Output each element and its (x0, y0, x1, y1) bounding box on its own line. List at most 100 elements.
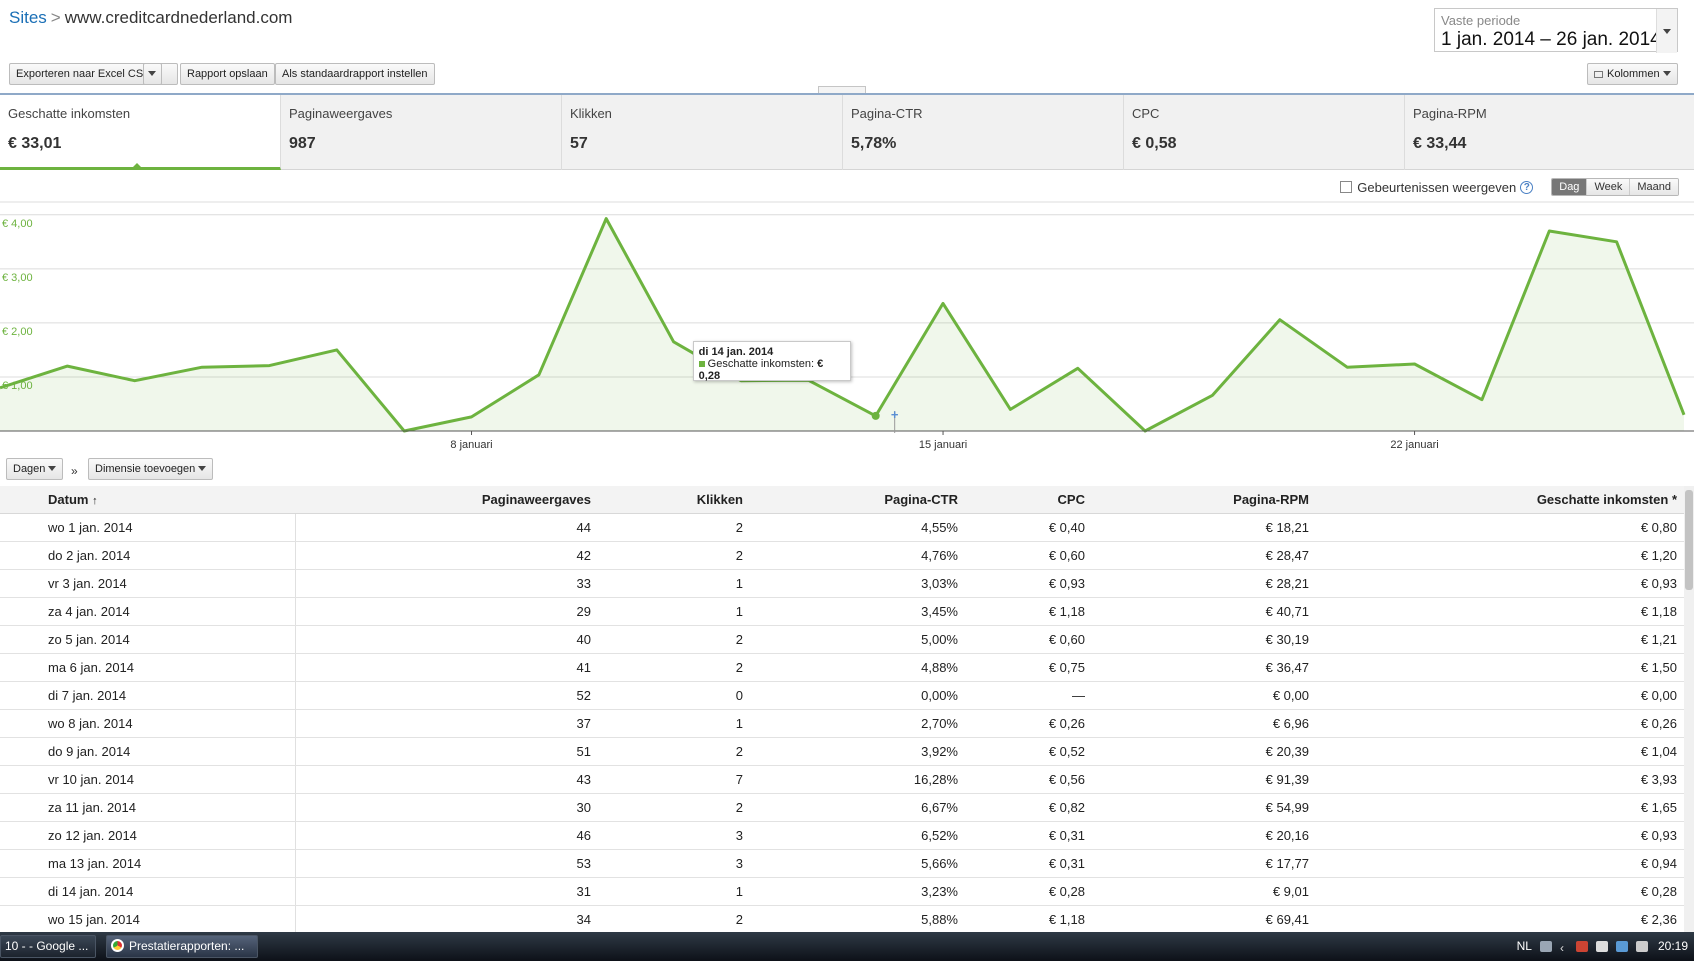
col-header-cpc[interactable]: CPC (1058, 486, 1085, 514)
cell-clicks: 1 (735, 576, 743, 591)
col-header-date[interactable]: Datum ↑ (48, 486, 98, 514)
metric-tab-page-rpm[interactable]: Pagina-RPM € 33,44 (1405, 95, 1694, 170)
tooltip-series: Geschatte inkomsten: (707, 357, 815, 370)
cell-cpc: € 0,75 (1048, 660, 1085, 675)
cell-page-views: 46 (576, 828, 591, 843)
export-menu-button[interactable] (143, 63, 162, 85)
cell-date: zo 12 jan. 2014 (48, 828, 137, 843)
cell-date: wo 8 jan. 2014 (48, 716, 133, 731)
help-icon[interactable]: ? (1520, 180, 1534, 194)
cell-page-ctr: 6,52% (921, 828, 958, 843)
table-row[interactable]: za 4 jan. 2014 29 1 3,45% € 1,18 € 40,71 € 1,1… (0, 598, 1694, 626)
cell-page-rpm: € 20,39 (1265, 744, 1309, 759)
metric-tab-page-ctr[interactable]: Pagina-CTR 5,78% (843, 95, 1124, 170)
flag-icon[interactable] (1595, 940, 1608, 952)
date-range-picker[interactable]: Vaste periode 1 jan. 2014 – 26 jan. 2014 (1434, 8, 1678, 53)
cell-estimated-earnings: € 0,28 (1640, 884, 1677, 899)
clock[interactable]: 20:19 (1658, 939, 1688, 953)
sort-ascending-icon: ↑ (92, 495, 98, 507)
col-header-clicks[interactable]: Klikken (697, 486, 743, 514)
table-row[interactable]: do 9 jan. 2014 51 2 3,92% € 0,52 € 20,39 € 1,0… (0, 738, 1694, 766)
table-row[interactable]: wo 1 jan. 2014 44 2 4,55% € 0,40 € 18,21 € 0,8… (0, 514, 1694, 542)
table-row[interactable]: vr 10 jan. 2014 43 7 16,28% € 0,56 € 91,39 € 3… (0, 766, 1694, 794)
granularity-day-button[interactable]: Dag (1552, 179, 1587, 195)
cell-cpc: € 0,82 (1048, 800, 1085, 815)
set-default-report-button[interactable]: Als standaardrapport instellen (275, 63, 435, 85)
add-annotation-icon: + (891, 407, 899, 422)
cell-page-views: 41 (576, 660, 591, 675)
add-dimension-button[interactable]: Dimensie toevoegen (88, 458, 214, 480)
note-asterisk: * (1671, 492, 1677, 507)
show-events-checkbox[interactable] (1340, 181, 1353, 193)
y-tick-label: € 4,00 (2, 218, 33, 230)
columns-icon (1594, 71, 1603, 78)
chevron-down-icon[interactable] (1656, 9, 1677, 53)
cell-clicks: 1 (735, 604, 743, 619)
windows-taskbar: 10 - - Google ... Prestatierapporten: ..… (0, 932, 1694, 961)
table-row[interactable]: di 14 jan. 2014 31 1 3,23% € 0,28 € 9,01 € 0,2… (0, 878, 1694, 906)
metric-tab-cpc[interactable]: CPC € 0,58 (1124, 95, 1405, 170)
granularity-month-button[interactable]: Maand (1629, 179, 1678, 195)
cell-cpc: € 0,31 (1048, 828, 1085, 843)
table-row[interactable]: ma 6 jan. 2014 41 2 4,88% € 0,75 € 36,47 € 1,5… (0, 654, 1694, 682)
cell-estimated-earnings: € 1,65 (1640, 800, 1677, 815)
cell-page-rpm: € 18,21 (1265, 520, 1309, 535)
language-indicator[interactable]: NL (1517, 939, 1532, 953)
col-header-page-ctr[interactable]: Pagina-CTR (884, 486, 958, 514)
cell-clicks: 3 (735, 828, 743, 843)
system-tray: NL ‹ 20:19 (1517, 939, 1688, 955)
columns-button[interactable]: Kolommen (1587, 63, 1678, 85)
breadcrumb-current-site: www.creditcardnederland.com (64, 8, 293, 27)
cell-cpc: € 1,18 (1048, 604, 1085, 619)
save-report-button[interactable]: Rapport opslaan (180, 63, 275, 85)
days-dimension-button[interactable]: Dagen (6, 458, 64, 480)
table-row[interactable]: wo 8 jan. 2014 37 1 2,70% € 0,26 € 6,96 € 0,26 (0, 710, 1694, 738)
cell-page-views: 53 (576, 856, 591, 871)
taskbar-item-sheet[interactable]: 10 - - Google ... (0, 935, 96, 958)
cell-page-rpm: € 36,47 (1265, 660, 1309, 675)
table-row[interactable]: vr 3 jan. 2014 33 1 3,03% € 0,93 € 28,21 € 0,9… (0, 570, 1694, 598)
earnings-chart: € 1,00 € 2,00 € 3,00 € 4,00 8 januari 15 janu… (0, 196, 1694, 452)
scrollbar-thumb[interactable] (1685, 490, 1693, 590)
taskbar-item-chrome[interactable]: Prestatierapporten: ... (106, 935, 258, 958)
cell-page-ctr: 3,03% (921, 576, 958, 591)
cell-page-views: 29 (576, 604, 591, 619)
cell-page-rpm: € 17,77 (1265, 856, 1309, 871)
metric-value: € 0,58 (1132, 135, 1177, 152)
table-row[interactable]: za 11 jan. 2014 30 2 6,67% € 0,82 € 54,99 € 1,… (0, 794, 1694, 822)
col-header-page-rpm[interactable]: Pagina-RPM (1233, 486, 1309, 514)
table-scrollbar[interactable] (1684, 486, 1694, 932)
breadcrumb-sites-link[interactable]: Sites (9, 8, 47, 27)
granularity-week-button[interactable]: Week (1586, 179, 1630, 195)
show-hidden-icon[interactable]: ‹ (1560, 941, 1568, 955)
antivirus-icon[interactable] (1575, 940, 1588, 952)
cell-page-ctr: 5,00% (921, 632, 958, 647)
network-icon[interactable] (1615, 940, 1628, 952)
cell-estimated-earnings: € 2,36 (1640, 912, 1677, 927)
keyboard-icon[interactable] (1539, 940, 1552, 952)
col-header-date-label: Datum (48, 492, 89, 507)
table-row[interactable]: do 2 jan. 2014 42 2 4,76% € 0,60 € 28,47 € 1,2… (0, 542, 1694, 570)
cell-date: vr 10 jan. 2014 (48, 772, 135, 787)
series-color-icon (698, 360, 705, 367)
cell-page-ctr: 4,76% (921, 548, 958, 563)
table-row[interactable]: zo 5 jan. 2014 40 2 5,00% € 0,60 € 30,19 € 1,2… (0, 626, 1694, 654)
metric-tab-page-views[interactable]: Paginaweergaves 987 (281, 95, 562, 170)
cell-page-views: 37 (576, 716, 591, 731)
table-row[interactable]: ma 13 jan. 2014 53 3 5,66% € 0,31 € 17,77 € 0,… (0, 850, 1694, 878)
cell-cpc: € 0,26 (1048, 716, 1085, 731)
metric-name: Geschatte inkomsten (8, 106, 131, 121)
col-header-page-views[interactable]: Paginaweergaves (482, 486, 591, 514)
tooltip-date: di 14 jan. 2014 (698, 345, 774, 358)
chevron-down-icon (48, 466, 57, 475)
cell-page-ctr: 2,70% (921, 716, 958, 731)
speaker-icon[interactable] (1635, 940, 1648, 952)
col-header-estimated-earnings[interactable]: Geschatte inkomsten * (1537, 486, 1677, 514)
table-row[interactable]: di 7 jan. 2014 52 0 0,00% — € 0,00 € 0,00 (0, 682, 1694, 710)
table-row[interactable]: wo 15 jan. 2014 34 2 5,88% € 1,18 € 69,41 € 2,… (0, 906, 1694, 932)
cell-estimated-earnings: € 1,18 (1640, 604, 1677, 619)
table-row[interactable]: zo 12 jan. 2014 46 3 6,52% € 0,31 € 20,16 € 0,… (0, 822, 1694, 850)
chart-tooltip: di 14 jan. 2014 Geschatte inkomsten: € 0… (692, 340, 851, 382)
metric-tab-estimated-earnings[interactable]: Geschatte inkomsten € 33,01 (0, 95, 281, 170)
metric-tab-clicks[interactable]: Klikken 57 (562, 95, 843, 170)
